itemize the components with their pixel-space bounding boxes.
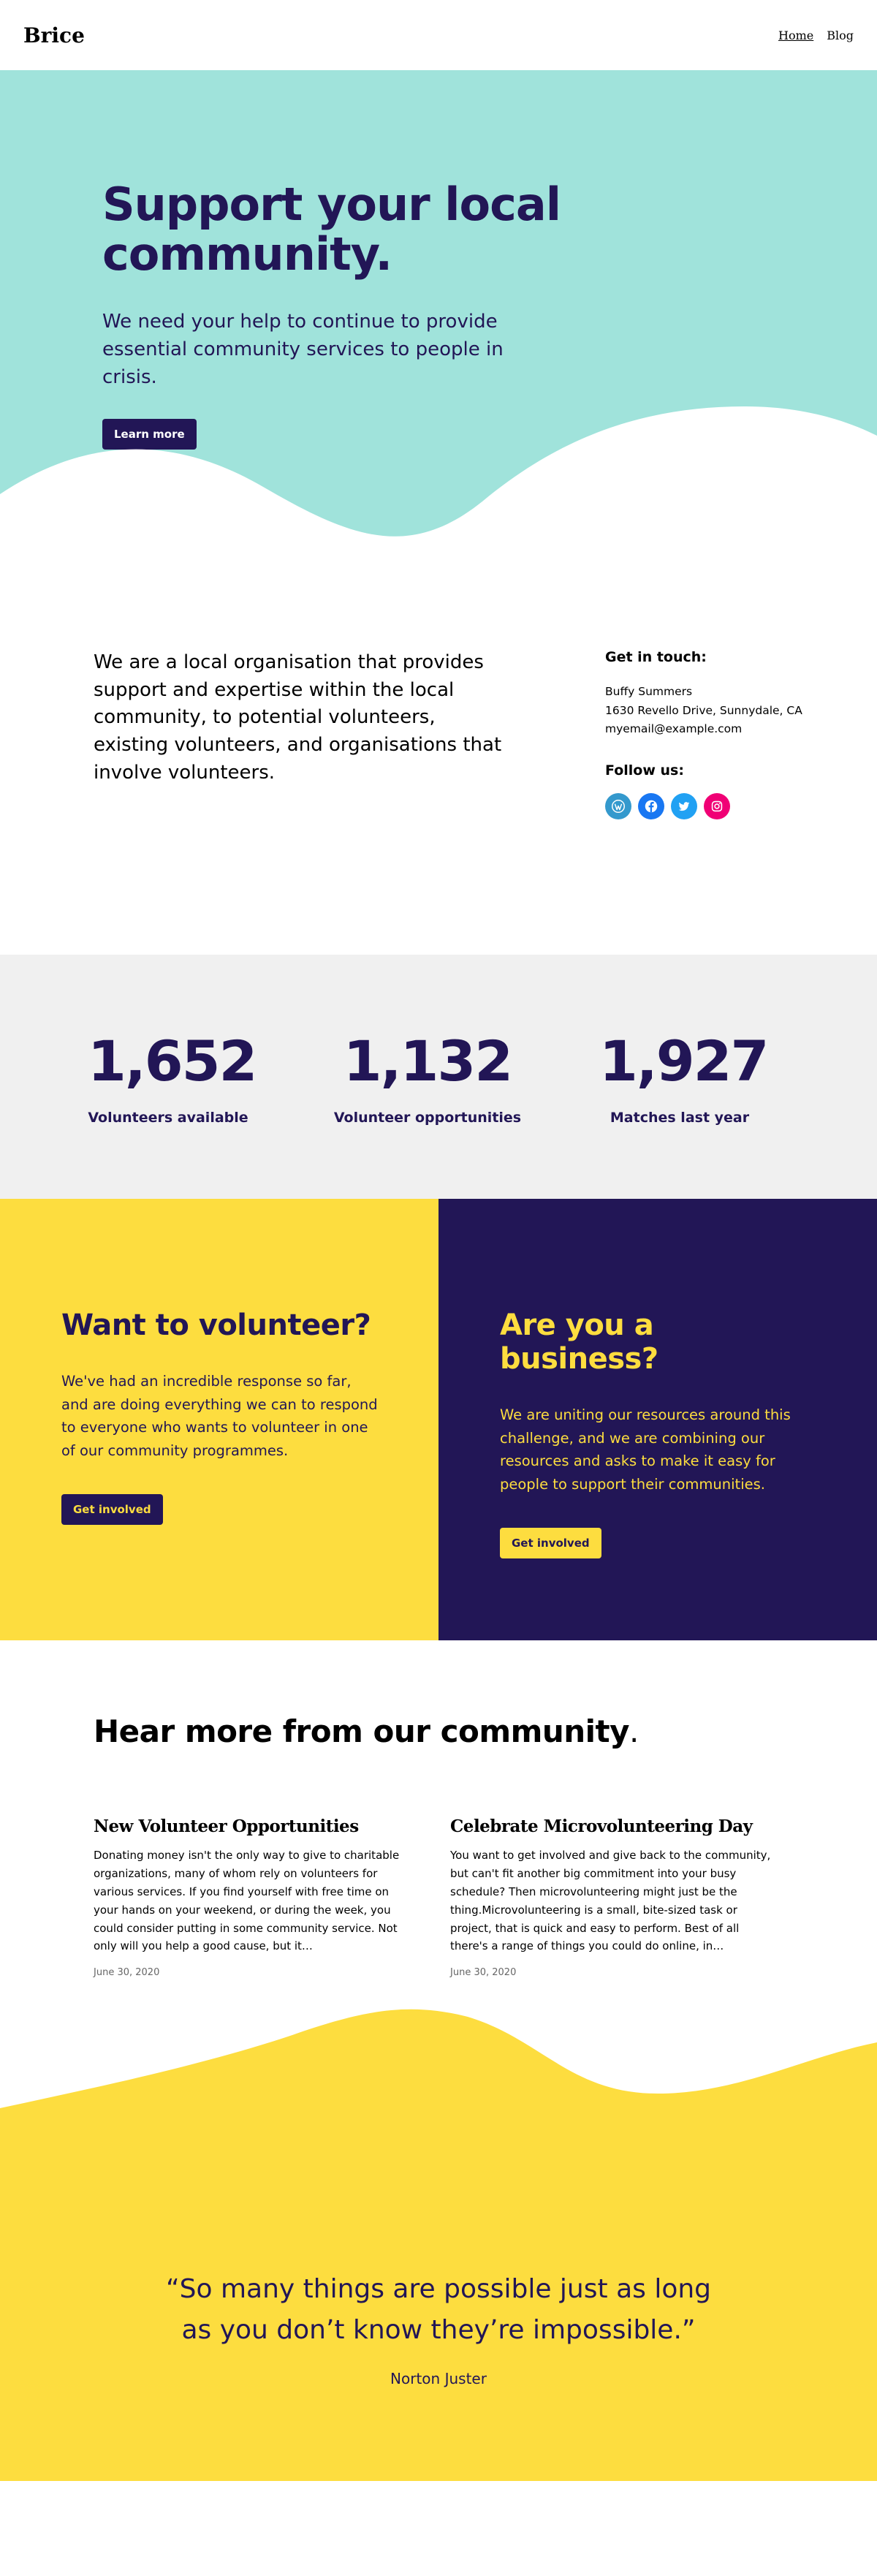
stat-label: Volunteer opportunities	[333, 1110, 522, 1126]
stat-value: 1,927	[599, 1028, 769, 1094]
cta-split-section: Want to volunteer? We've had an incredib…	[0, 1199, 877, 1640]
site-logo[interactable]: Brice	[23, 23, 85, 48]
community-section: Hear more from our community. New Volunt…	[0, 1640, 877, 2006]
stat-volunteers: 1,652 Volunteers available	[88, 1028, 257, 1199]
main-nav: Home Blog	[778, 29, 854, 42]
post-date: June 30, 2020	[450, 1967, 517, 1979]
post-excerpt: Donating money isn't the only way to giv…	[94, 1849, 400, 1953]
hero-section: Support your local community. We need yo…	[0, 70, 877, 582]
post-date: June 30, 2020	[94, 1967, 160, 1979]
business-panel: Are you a business? We are uniting our r…	[438, 1199, 877, 1640]
nav-link-blog[interactable]: Blog	[827, 29, 854, 42]
post-list: New Volunteer Opportunities Donating mon…	[94, 1817, 877, 1978]
twitter-icon[interactable]	[671, 792, 697, 819]
post-card: Celebrate Microvolunteering Day You want…	[450, 1817, 772, 1978]
stat-value: 1,132	[343, 1028, 513, 1094]
contact-heading: Get in touch:	[605, 649, 707, 665]
footer-spacer	[0, 2481, 877, 2576]
quote-block: “So many things are possible just as lon…	[0, 2269, 877, 2387]
post-card: New Volunteer Opportunities Donating mon…	[94, 1817, 415, 1978]
quote-text: “So many things are possible just as lon…	[165, 2274, 712, 2345]
hero-text: We need your help to continue to provide…	[102, 311, 504, 388]
business-get-involved-button[interactable]: Get involved	[500, 1528, 601, 1559]
contact-email: myemail@example.com	[605, 722, 743, 736]
volunteer-panel: Want to volunteer? We've had an incredib…	[0, 1199, 438, 1640]
contact-block: Get in touch: Buffy Summers 1630 Revello…	[605, 649, 824, 889]
volunteer-get-involved-button[interactable]: Get involved	[61, 1494, 163, 1526]
post-excerpt: You want to get involved and give back t…	[450, 1849, 771, 1953]
stat-label: Volunteers available	[88, 1110, 248, 1126]
stat-opportunities: 1,132 Volunteer opportunities	[329, 1034, 526, 1199]
community-title-text: Hear more from our community	[94, 1713, 630, 1749]
stat-label: Matches last year	[610, 1110, 750, 1126]
community-title: Hear more from our community.	[94, 1713, 877, 1749]
contact-name: Buffy Summers	[605, 685, 693, 698]
site-header: Brice Home Blog	[0, 0, 877, 70]
stats-section: 1,652 Volunteers available 1,132 Volunte…	[0, 955, 877, 1199]
business-title: Are you a business?	[500, 1308, 658, 1376]
instagram-icon[interactable]	[704, 792, 730, 819]
follow-heading: Follow us:	[605, 762, 684, 779]
contact-address: 1630 Revello Drive, Sunnydale, CA	[605, 703, 802, 717]
nav-link-home[interactable]: Home	[778, 29, 813, 42]
post-title[interactable]: New Volunteer Opportunities	[94, 1817, 415, 1836]
about-section: We are a local organisation that provide…	[0, 582, 877, 955]
social-links	[605, 792, 824, 819]
facebook-icon[interactable]	[638, 792, 664, 819]
business-text: We are uniting our resources around this…	[500, 1406, 791, 1493]
quote-author: Norton Juster	[390, 2369, 487, 2387]
stat-matches: 1,927 Matches last year	[599, 1028, 769, 1199]
post-title[interactable]: Celebrate Microvolunteering Day	[450, 1817, 772, 1836]
wordpress-icon[interactable]	[605, 792, 631, 819]
community-title-dot: .	[629, 1713, 639, 1749]
quote-section: “So many things are possible just as lon…	[0, 2006, 877, 2481]
volunteer-title: Want to volunteer?	[61, 1308, 371, 1342]
volunteer-text: We've had an incredible response so far,…	[61, 1373, 378, 1459]
hero-title: Support your local community.	[102, 178, 561, 281]
hero-wave-divider	[0, 406, 877, 582]
quote-wave-background	[0, 2009, 877, 2481]
stat-value: 1,652	[88, 1028, 257, 1094]
about-text: We are a local organisation that provide…	[94, 651, 502, 784]
